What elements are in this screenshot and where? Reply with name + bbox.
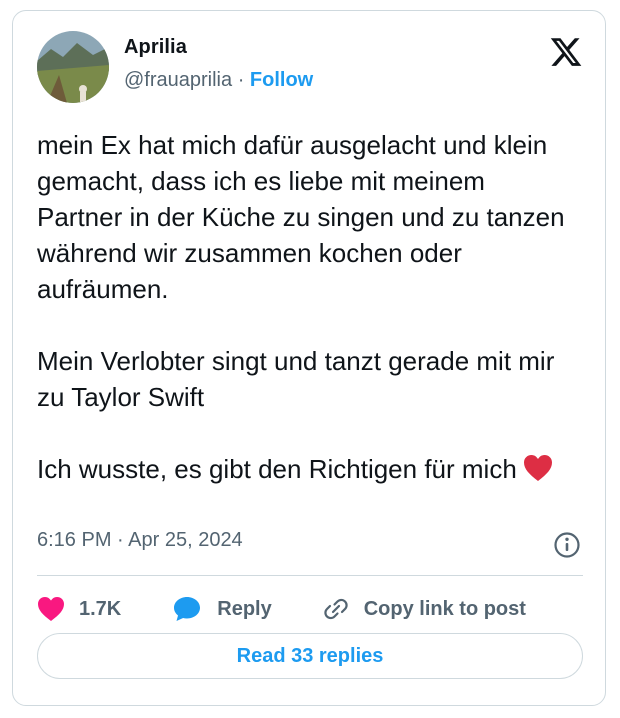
heart-icon <box>37 596 65 622</box>
info-icon[interactable] <box>553 531 581 559</box>
follow-button[interactable]: Follow <box>250 69 313 91</box>
red-heart-emoji-icon <box>523 454 553 491</box>
x-logo-icon[interactable] <box>549 35 583 69</box>
divider <box>37 575 583 576</box>
tweet-paragraph: Mein Verlobter singt und tanzt gerade mi… <box>37 346 562 412</box>
reply-button[interactable]: Reply <box>157 596 272 622</box>
copy-link-button[interactable]: Copy link to post <box>308 595 526 623</box>
speech-bubble-icon <box>173 596 201 622</box>
read-replies-button[interactable]: Read 33 replies <box>37 633 583 679</box>
tweet-card: Aprilia @frauaprilia · Follow mein Ex ha… <box>12 10 606 706</box>
like-count: 1.7K <box>79 597 122 620</box>
author-handle[interactable]: @frauaprilia <box>124 69 232 91</box>
tweet-timestamp[interactable]: 6:16 PM · Apr 25, 2024 <box>37 529 243 552</box>
copy-link-label: Copy link to post <box>363 597 526 620</box>
tweet-paragraph: mein Ex hat mich dafür ausgelacht und kl… <box>37 130 572 304</box>
avatar[interactable] <box>37 31 109 103</box>
like-button[interactable]: 1.7K <box>37 596 121 622</box>
tweet-paragraph: Ich wusste, es gibt den Richtigen für mi… <box>37 454 517 484</box>
action-bar: 1.7K Reply Copy link to post <box>37 587 526 631</box>
reply-label: Reply <box>217 597 272 620</box>
tweet-text: mein Ex hat mich dafür ausgelacht und kl… <box>37 127 577 491</box>
link-icon <box>322 595 350 623</box>
author-meta: @frauaprilia · Follow <box>124 69 313 92</box>
separator-dot: · <box>237 69 245 91</box>
author-name[interactable]: Aprilia <box>124 36 187 59</box>
